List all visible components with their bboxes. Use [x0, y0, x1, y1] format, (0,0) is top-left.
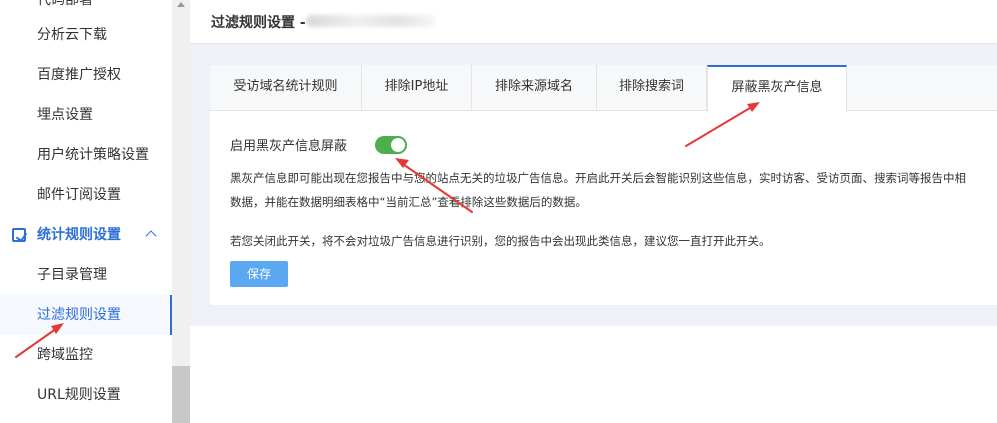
sidebar-item-cross-domain[interactable]: 跨域监控	[0, 335, 172, 375]
sidebar-group-label: 统计规则设置	[37, 227, 121, 243]
tab-exclude-keywords[interactable]: 排除搜索词	[597, 65, 707, 111]
sidebar-item-url-rules[interactable]: URL规则设置	[0, 375, 172, 415]
sidebar-item-cloud-download[interactable]: 分析云下载	[0, 15, 172, 55]
description-line-1: 黑灰产信息即可能出现在您报告中与您的站点无关的垃圾广告信息。开启此开关后会智能识…	[230, 171, 966, 185]
tab-block-spam-info[interactable]: 屏蔽黑灰产信息	[707, 65, 847, 112]
sidebar-item-filter-rules[interactable]: 过滤规则设置	[0, 295, 172, 335]
description-line-2: 数据，并能在数据明细表格中“当前汇总”查看排除这些数据后的数据。	[230, 195, 587, 209]
settings-panel: 受访域名统计规则 排除IP地址 排除来源域名 排除搜索词 屏蔽黑灰产信息 启用黑…	[210, 65, 997, 305]
chevron-up-icon	[145, 230, 157, 242]
description-line-3: 若您关闭此开关，将不会对垃圾广告信息进行识别，您的报告中会出现此类信息，建议您一…	[230, 234, 771, 248]
tab-domain-stats-rules[interactable]: 受访域名统计规则	[210, 65, 362, 111]
tab-exclude-ip[interactable]: 排除IP地址	[362, 65, 472, 111]
tab-exclude-referrer[interactable]: 排除来源域名	[472, 65, 597, 111]
spam-block-toggle-label: 启用黑灰产信息屏蔽	[230, 139, 348, 154]
sidebar-item-email-subscription[interactable]: 邮件订阅设置	[0, 175, 172, 215]
sidebar-scrollbar[interactable]	[172, 0, 190, 423]
redacted-site-name	[306, 15, 436, 27]
scrollbar-thumb[interactable]	[172, 366, 190, 423]
page-header: 过滤规则设置 -	[190, 0, 997, 44]
save-button[interactable]: 保存	[230, 261, 288, 287]
sidebar-group-stats-rules[interactable]: 统计规则设置	[0, 215, 172, 255]
tab-bar: 受访域名统计规则 排除IP地址 排除来源域名 排除搜索词 屏蔽黑灰产信息	[210, 65, 997, 112]
scroll-up-icon[interactable]	[177, 2, 185, 7]
sidebar: 代码部署 分析云下载 百度推广授权 埋点设置 用户统计策略设置 邮件订阅设置 统…	[0, 0, 172, 423]
sidebar-item-promotion-auth[interactable]: 百度推广授权	[0, 55, 172, 95]
sidebar-item-user-stats-policy[interactable]: 用户统计策略设置	[0, 135, 172, 175]
page-title: 过滤规则设置 -	[211, 15, 306, 31]
content-area-below	[190, 326, 997, 423]
spam-block-toggle[interactable]	[375, 136, 407, 154]
checklist-icon	[12, 228, 26, 242]
toggle-knob	[391, 138, 405, 152]
sidebar-item-tracking-points[interactable]: 埋点设置	[0, 95, 172, 135]
sidebar-item-subdirectory[interactable]: 子目录管理	[0, 255, 172, 295]
